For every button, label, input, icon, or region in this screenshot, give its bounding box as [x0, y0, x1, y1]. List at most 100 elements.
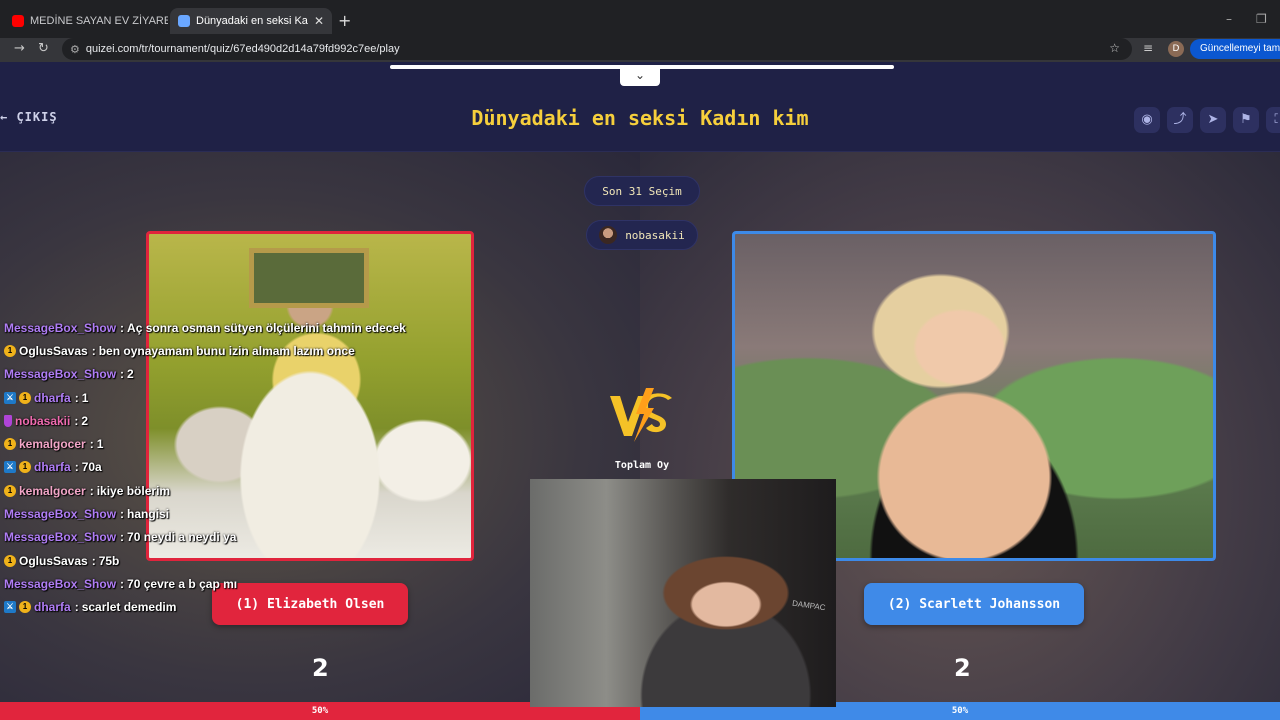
chat-message: nobasakii: 2 — [4, 409, 524, 432]
chat-text: ikiye bölerim — [96, 483, 171, 498]
chat-message: 1 kemalgocer: 1 — [4, 432, 524, 455]
chat-overlay: MessageBox_Show: Aç sonra osman sütyen ö… — [4, 316, 524, 619]
chat-text: Aç sonra osman sütyen ölçülerini tahmin … — [127, 320, 406, 335]
fullscreen-icon[interactable]: ⛶ — [1266, 107, 1280, 133]
quiz-header: ⌄ ← ÇIKIŞ Dünyadaki en seksi Kadın kim ◉… — [0, 62, 1280, 152]
stage-label: Son 31 Seçim — [602, 184, 682, 198]
chat-separator: : — [91, 553, 96, 568]
chat-username[interactable]: nobasakii — [15, 414, 70, 428]
chat-text: hangisi — [127, 507, 170, 522]
chat-separator: : — [120, 530, 125, 545]
close-tab-icon[interactable]: ✕ — [314, 14, 324, 28]
chat-separator: : — [91, 343, 96, 358]
send-icon[interactable]: ➤ — [1200, 107, 1226, 133]
quizei-icon — [178, 15, 190, 27]
subscriber-badge-icon: 1 — [4, 554, 16, 567]
chat-username[interactable]: MessageBox_Show — [4, 530, 116, 544]
chat-separator: : — [89, 483, 94, 498]
chat-username[interactable]: MessageBox_Show — [4, 507, 116, 521]
bookmark-star-icon[interactable]: ☆ — [1109, 41, 1120, 55]
chat-message: ⚔ 1 dharfa: scarlet demedim — [4, 596, 524, 619]
update-browser-button[interactable]: Güncellemeyi tamamla — [1190, 39, 1280, 59]
url-text: quizei.com/tr/tournament/quiz/67ed490d2d… — [85, 43, 400, 55]
chat-message: MessageBox_Show: Aç sonra osman sütyen ö… — [4, 316, 524, 339]
chat-message: 1 OglusSavas: 75b — [4, 549, 524, 572]
chat-text: 70 neydi a neydi ya — [127, 530, 237, 545]
chat-message: MessageBox_Show: 70 çevre a b çap mı — [4, 572, 524, 595]
chat-username[interactable]: kemalgocer — [19, 484, 86, 498]
moderator-badge-icon: ⚔ — [4, 601, 16, 614]
flag-icon[interactable]: ⚑ — [1233, 107, 1259, 133]
chat-text: scarlet demedim — [81, 600, 177, 615]
player-name: nobasakii — [625, 228, 685, 242]
subscriber-badge-icon: 1 — [19, 461, 31, 474]
browser-tab-quiz[interactable]: Dünyadaki en seksi Kadın kim ✕ — [170, 8, 332, 34]
minimize-icon[interactable]: – — [1226, 12, 1232, 26]
subscriber-badge-icon: 1 — [4, 438, 16, 451]
chat-username[interactable]: OglusSavas — [19, 344, 88, 358]
chat-text: ben oynayamam bunu izin almam lazım once — [98, 343, 355, 358]
page-title: Dünyadaki en seksi Kadın kim — [471, 106, 809, 130]
chat-separator: : — [74, 413, 79, 428]
profile-avatar[interactable]: D — [1168, 41, 1184, 57]
painting-decoration — [249, 248, 369, 308]
chat-separator: : — [120, 367, 125, 382]
quiz-page: ⌄ ← ÇIKIŞ Dünyadaki en seksi Kadın kim ◉… — [0, 62, 1280, 720]
chat-message: ⚔ 1 dharfa: 1 — [4, 386, 524, 409]
chat-message: MessageBox_Show: hangisi — [4, 502, 524, 525]
chat-separator: : — [89, 437, 94, 452]
chat-separator: : — [120, 320, 125, 335]
reload-icon[interactable]: ↻ — [38, 41, 49, 56]
chat-username[interactable]: MessageBox_Show — [4, 577, 116, 591]
chat-message: MessageBox_Show: 70 neydi a neydi ya — [4, 526, 524, 549]
chat-username[interactable]: kemalgocer — [19, 437, 86, 451]
subscriber-badge-icon: 1 — [19, 391, 31, 404]
chair-brand-text: DAMPAC — [791, 598, 827, 613]
chat-text: 70a — [81, 460, 102, 475]
tab-title: MEDİNE SAYAN EV ZİYARETİ - Y — [30, 15, 168, 27]
webcam-overlay: DAMPAC — [530, 479, 836, 707]
address-bar[interactable]: ⚙ quizei.com/tr/tournament/quiz/67ed490d… — [62, 38, 1132, 60]
share-icon[interactable]: ⤴ — [1167, 107, 1193, 133]
chat-username[interactable]: OglusSavas — [19, 554, 88, 568]
subscriber-badge-icon: 1 — [4, 344, 16, 357]
chat-separator: : — [120, 507, 125, 522]
chat-message: 1 OglusSavas: ben oynayamam bunu izin alm… — [4, 339, 524, 362]
chat-text: 2 — [81, 413, 89, 428]
youtube-icon — [12, 15, 24, 27]
chat-username[interactable]: dharfa — [34, 391, 71, 405]
eye-icon[interactable]: ◉ — [1134, 107, 1160, 133]
new-tab-button[interactable]: + — [338, 11, 351, 30]
browser-tab-bar: MEDİNE SAYAN EV ZİYARETİ - Y Dünyadaki e… — [0, 0, 1280, 38]
chat-text: 70 çevre a b çap mı — [127, 576, 238, 591]
site-info-icon[interactable]: ⚙ — [70, 43, 80, 56]
chat-username[interactable]: dharfa — [34, 460, 71, 474]
chat-username[interactable]: dharfa — [34, 600, 71, 614]
broadcaster-badge-icon — [4, 414, 12, 427]
chat-username[interactable]: MessageBox_Show — [4, 321, 116, 335]
maximize-icon[interactable]: ❐ — [1256, 12, 1267, 26]
subscriber-badge-icon: 1 — [4, 484, 16, 497]
stage-pill: Son 31 Seçim — [584, 176, 700, 206]
chat-separator: : — [74, 390, 79, 405]
vs-lightning-icon — [610, 388, 672, 442]
choice-button-right[interactable]: (2) Scarlett Johansson — [864, 583, 1084, 625]
chat-text: 2 — [127, 367, 134, 382]
vote-count-right: 2 — [954, 654, 971, 682]
percent-left: 50% — [311, 706, 329, 716]
tab-title: Dünyadaki en seksi Kadın kim — [196, 15, 308, 27]
player-avatar — [599, 226, 618, 244]
collapse-chevron-icon[interactable]: ⌄ — [620, 66, 660, 86]
forward-icon[interactable]: → — [14, 41, 25, 56]
subscriber-badge-icon: 1 — [19, 601, 31, 614]
media-controls-icon[interactable]: ≡ — [1143, 41, 1153, 55]
chat-message: MessageBox_Show: 2 — [4, 363, 524, 386]
chat-username[interactable]: MessageBox_Show — [4, 367, 116, 381]
chat-separator: : — [120, 576, 125, 591]
browser-tab-youtube[interactable]: MEDİNE SAYAN EV ZİYARETİ - Y — [4, 8, 168, 34]
vote-count-left: 2 — [312, 654, 329, 682]
moderator-badge-icon: ⚔ — [4, 461, 16, 474]
chat-separator: : — [74, 460, 79, 475]
chat-text: 1 — [81, 390, 89, 405]
chat-text: 75b — [98, 553, 120, 568]
